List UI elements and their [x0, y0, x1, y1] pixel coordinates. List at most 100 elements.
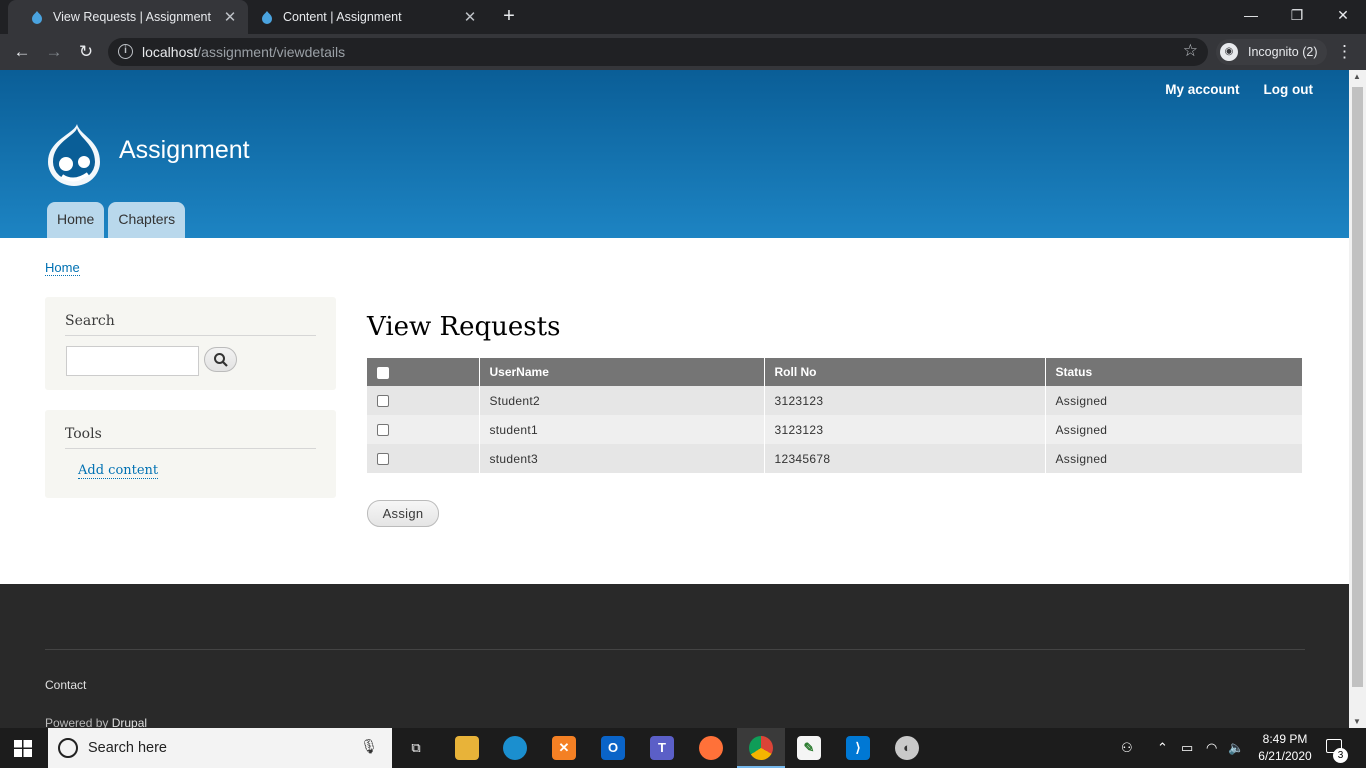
teams-icon[interactable]: T — [650, 736, 674, 760]
window-close-icon[interactable]: ✕ — [1320, 0, 1366, 30]
people-icon[interactable]: ⚇ — [1121, 740, 1133, 756]
taskbar-search-placeholder: Search here — [88, 740, 167, 756]
table-header-row: UserName Roll No Status — [367, 358, 1303, 386]
roll-no-cell: 3123123 — [764, 386, 1046, 415]
incognito-label: Incognito (2) — [1248, 45, 1318, 59]
restore-icon[interactable]: ❐ — [1274, 0, 1320, 30]
tray-chevron-icon[interactable]: ⌃ — [1157, 740, 1168, 756]
address-bar[interactable]: i localhost/assignment/viewdetails ☆ — [108, 38, 1208, 66]
volume-icon[interactable]: 🔈 — [1228, 740, 1244, 756]
row-checkbox-cell — [367, 415, 480, 444]
windows-start-icon[interactable] — [14, 740, 32, 757]
microphone-icon[interactable]: 🎙 — [360, 738, 378, 755]
username-cell: student3 — [479, 444, 765, 473]
taskbar-search-box[interactable]: Search here 🎙 — [48, 728, 392, 768]
notepad-icon[interactable]: ✎ — [797, 736, 821, 760]
browser-tab-bar: View Requests | Assignment ✕ Content | A… — [0, 0, 1366, 34]
chrome-icon[interactable] — [749, 736, 773, 760]
browser-toolbar: ← → ↻ i localhost/assignment/viewdetails… — [0, 34, 1366, 70]
column-header-status[interactable]: Status — [1045, 358, 1303, 386]
column-header-roll-no[interactable]: Roll No — [764, 358, 1046, 386]
outlook-icon[interactable]: O — [601, 736, 625, 760]
select-all-checkbox[interactable] — [377, 366, 389, 379]
reload-icon[interactable]: ↻ — [74, 40, 98, 64]
assign-button[interactable]: Assign — [367, 500, 439, 527]
column-header-username[interactable]: UserName — [479, 358, 765, 386]
row-checkbox-cell — [367, 386, 480, 415]
clock-date: 6/21/2020 — [1258, 749, 1312, 763]
tools-block: Tools Add content — [45, 410, 336, 498]
vscode-icon[interactable]: ⟩ — [846, 736, 870, 760]
status-cell: Assigned — [1045, 415, 1303, 444]
roll-no-cell: 12345678 — [764, 444, 1046, 473]
menu-item-home[interactable]: Home — [47, 202, 105, 238]
edge-icon[interactable] — [503, 736, 527, 760]
task-view-icon[interactable]: ⧉ — [404, 736, 428, 760]
tools-block-title: Tools — [65, 426, 316, 449]
search-block-title: Search — [65, 313, 316, 336]
search-block: Search — [45, 297, 336, 390]
username-cell: student1 — [479, 415, 765, 444]
drupal-favicon-icon — [262, 11, 272, 24]
incognito-icon: ◉ — [1220, 43, 1238, 61]
browser-menu-icon[interactable]: ⋮ — [1336, 40, 1353, 64]
contact-link[interactable]: Contact — [45, 678, 86, 692]
row-checkbox[interactable] — [377, 453, 389, 466]
battery-icon[interactable]: ▭ — [1181, 740, 1193, 756]
notification-count-badge: 3 — [1333, 748, 1348, 763]
file-explorer-icon[interactable] — [455, 736, 479, 760]
firefox-icon[interactable] — [699, 736, 723, 760]
my-account-link[interactable]: My account — [1165, 82, 1239, 97]
row-checkbox[interactable] — [377, 395, 389, 408]
cortana-icon — [58, 738, 78, 758]
url-text: localhost/assignment/viewdetails — [142, 44, 346, 60]
tab-close-icon[interactable]: ✕ — [218, 8, 242, 26]
incognito-badge[interactable]: ◉ Incognito (2) — [1216, 39, 1328, 65]
footer-divider — [45, 649, 1305, 650]
row-checkbox[interactable] — [377, 424, 389, 437]
log-out-link[interactable]: Log out — [1264, 82, 1313, 97]
search-button[interactable] — [204, 347, 237, 372]
table-row: Student2 3123123 Assigned — [367, 386, 1303, 415]
row-checkbox-cell — [367, 444, 480, 473]
status-cell: Assigned — [1045, 444, 1303, 473]
tab-content[interactable]: Content | Assignment ✕ — [248, 0, 488, 34]
search-icon — [213, 353, 228, 367]
forward-arrow-icon[interactable]: → — [42, 40, 66, 64]
tab-title: Content | Assignment — [283, 10, 402, 24]
table-row: student3 12345678 Assigned — [367, 444, 1303, 473]
tab-view-requests[interactable]: View Requests | Assignment ✕ — [8, 0, 248, 34]
drupal-logo-icon[interactable] — [44, 122, 104, 188]
menu-item-chapters[interactable]: Chapters — [108, 202, 186, 238]
status-cell: Assigned — [1045, 386, 1303, 415]
minimize-icon[interactable]: — — [1228, 0, 1274, 30]
table-row: student1 3123123 Assigned — [367, 415, 1303, 444]
scrollbar-thumb[interactable] — [1352, 87, 1363, 687]
tab-close-icon[interactable]: ✕ — [458, 8, 482, 26]
page-viewport: My account Log out Assignment Home Chapt… — [0, 70, 1349, 728]
roll-no-cell: 3123123 — [764, 415, 1046, 444]
drupal-link[interactable]: Drupal — [112, 716, 147, 728]
breadcrumb-home-link[interactable]: Home — [45, 260, 80, 276]
site-header: My account Log out Assignment Home Chapt… — [0, 70, 1349, 238]
page-scrollbar[interactable]: ▲ ▼ — [1349, 70, 1366, 728]
site-info-icon[interactable]: i — [118, 44, 133, 59]
clock-time: 8:49 PM — [1262, 732, 1308, 746]
xampp-icon[interactable]: ✕ — [552, 736, 576, 760]
tab-title: View Requests | Assignment — [53, 10, 211, 24]
windows-taskbar: Search here 🎙 ⧉ ✕ O T ✎ ⟩ ◐ ⚇ ⌃ ▭ ◠ 🔈 8:… — [0, 728, 1366, 768]
bookmark-star-icon[interactable]: ☆ — [1183, 41, 1198, 61]
search-input[interactable] — [66, 346, 199, 376]
powered-by-text: Powered by Drupal — [45, 716, 148, 728]
wifi-icon[interactable]: ◠ — [1206, 740, 1217, 756]
paint-icon[interactable]: ◐ — [895, 736, 919, 760]
back-arrow-icon[interactable]: ← — [10, 40, 34, 64]
scroll-down-icon[interactable]: ▼ — [1353, 717, 1361, 726]
scroll-up-icon[interactable]: ▲ — [1353, 72, 1361, 81]
requests-table: UserName Roll No Status Student2 3123123… — [367, 358, 1303, 473]
add-content-link[interactable]: Add content — [78, 463, 159, 479]
new-tab-button[interactable]: + — [497, 5, 521, 29]
secondary-menu: My account Log out — [1165, 82, 1313, 97]
site-name[interactable]: Assignment — [119, 136, 250, 165]
taskbar-clock[interactable]: 8:49 PM 6/21/2020 — [1255, 731, 1315, 765]
